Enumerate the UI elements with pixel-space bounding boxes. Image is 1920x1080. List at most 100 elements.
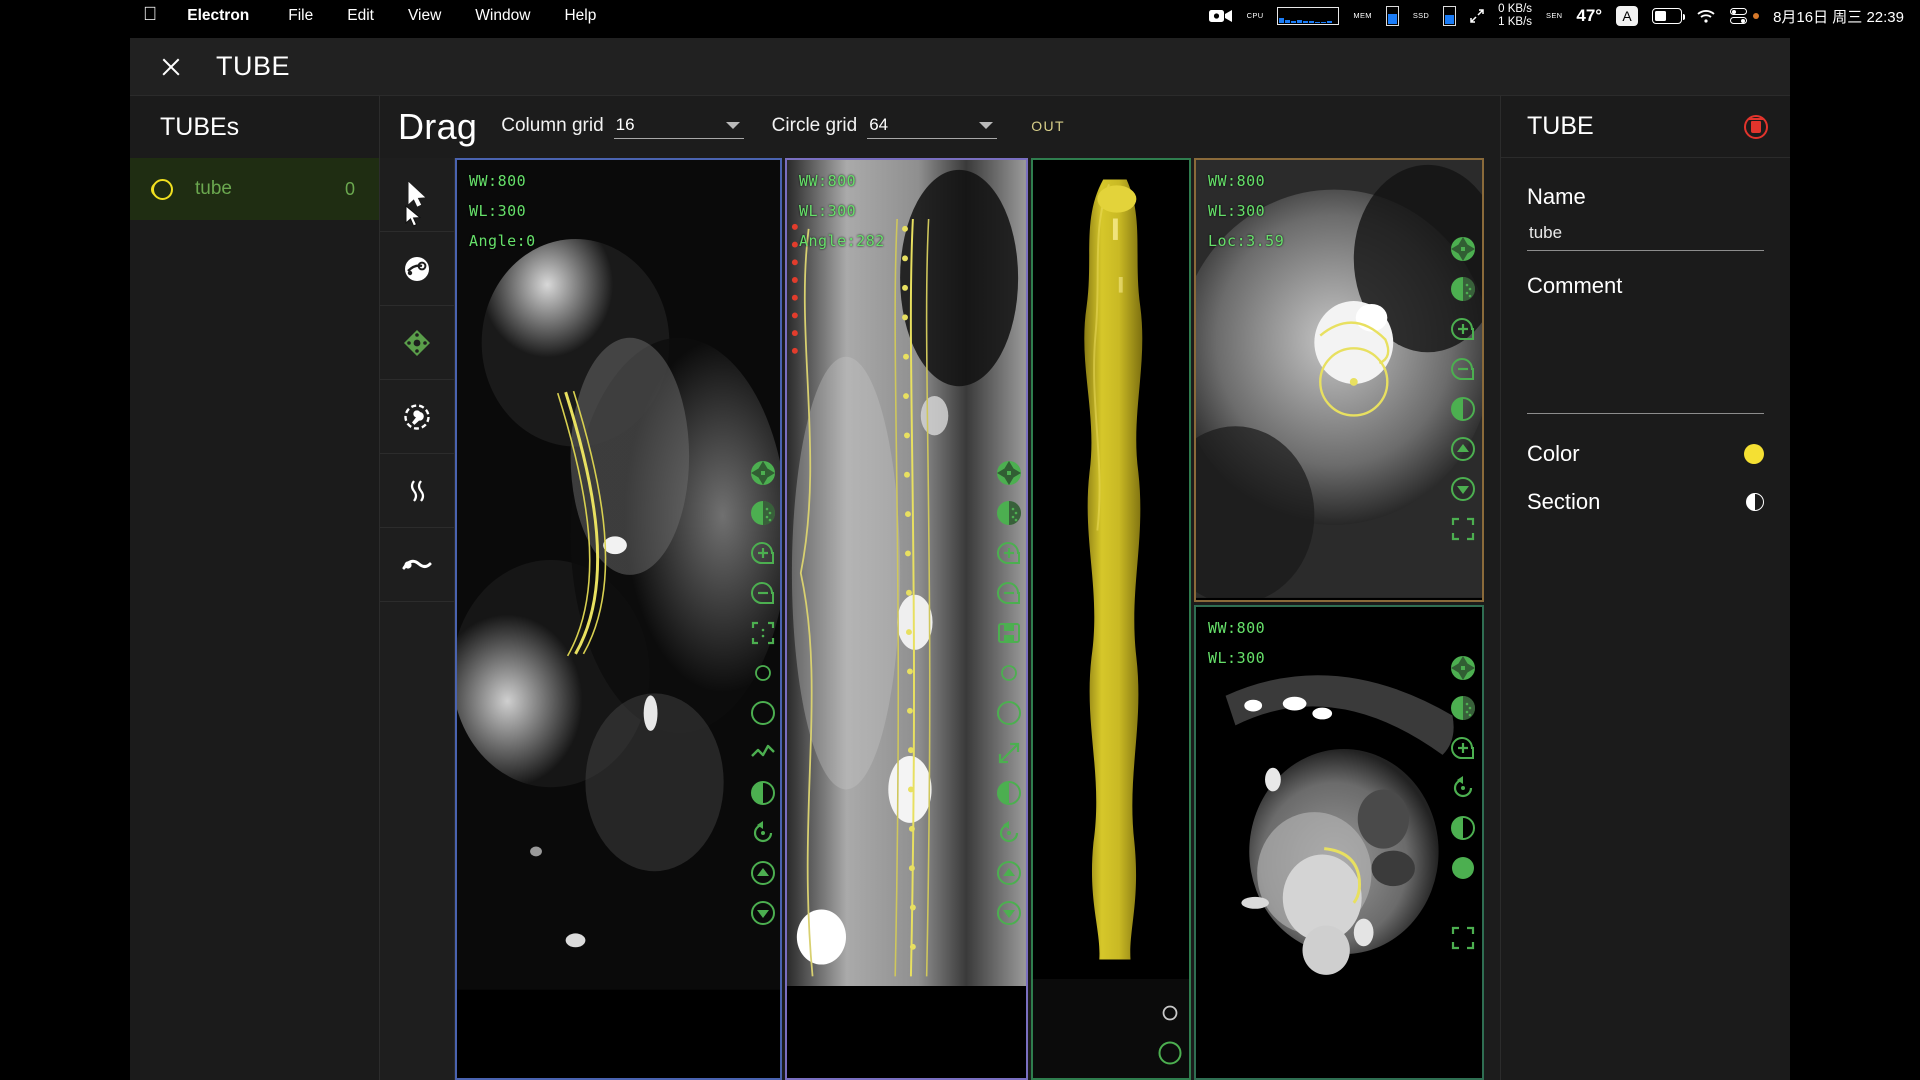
half-contrast-icon[interactable]: [1450, 815, 1476, 841]
trash-icon[interactable]: [1744, 114, 1768, 139]
line-chart-icon[interactable]: [750, 740, 776, 766]
tube-ring-icon: [151, 178, 173, 200]
contrast-dither-icon[interactable]: [1450, 276, 1476, 302]
menu-item-help[interactable]: Help: [547, 7, 613, 25]
name-field[interactable]: [1527, 220, 1764, 251]
vp2-ww: WW:800: [799, 172, 857, 190]
vp1-ww: WW:800: [469, 172, 527, 190]
contrast-dither-icon[interactable]: [1450, 695, 1476, 721]
section-row: Section: [1527, 489, 1764, 515]
page-title: TUBE: [216, 51, 291, 81]
out-badge[interactable]: OUT: [1031, 118, 1065, 136]
wrench-tool[interactable]: [380, 380, 454, 454]
crop-icon[interactable]: [750, 620, 776, 646]
color-swatch[interactable]: [1744, 444, 1764, 464]
viewport-axial[interactable]: WW:800 WL:300: [1194, 605, 1484, 1080]
zoom-out-icon[interactable]: [750, 580, 776, 606]
viewport-mpr-sagittal[interactable]: WW:800 WL:300 Angle:0: [455, 158, 782, 1080]
zoom-out-icon[interactable]: [996, 580, 1022, 606]
screen-record-icon[interactable]: [1208, 8, 1233, 24]
macos-menubar:  Electron File Edit View Window Help CP…: [0, 0, 1920, 32]
tube-inspector-panel: TUBE Name Comment Color Section: [1500, 96, 1790, 1080]
zoom-out-icon[interactable]: [1450, 356, 1476, 382]
section-toggle-icon[interactable]: [1746, 493, 1764, 511]
scroll-up-icon[interactable]: [750, 860, 776, 886]
viewport-cross-section[interactable]: WW:800 WL:300 Loc:3.59: [1194, 158, 1484, 602]
apple-menu-icon[interactable]: : [143, 5, 157, 24]
scroll-down-icon[interactable]: [750, 900, 776, 926]
circle-grid-value: 64: [869, 115, 889, 134]
half-contrast-icon[interactable]: [750, 780, 776, 806]
scroll-down-icon[interactable]: [1450, 476, 1476, 502]
zoom-in-icon[interactable]: [996, 540, 1022, 566]
menu-item-electron[interactable]: Electron: [187, 7, 271, 25]
wrench-settings-icon: [404, 403, 430, 430]
menu-item-file[interactable]: File: [271, 7, 330, 25]
menu-item-window[interactable]: Window: [458, 7, 547, 25]
curve-tool[interactable]: [380, 528, 454, 602]
vp4-ww: WW:800: [1208, 172, 1266, 190]
small-circle-icon[interactable]: [996, 660, 1022, 686]
fit-screen-icon[interactable]: [1450, 516, 1476, 542]
ssd-meter-icon[interactable]: [1443, 6, 1457, 26]
menu-item-edit[interactable]: Edit: [330, 7, 391, 25]
aperture-icon[interactable]: [1450, 655, 1476, 681]
control-center-icon[interactable]: [1730, 8, 1748, 24]
vp2-angle: Angle:282: [799, 232, 885, 250]
viewport-3d-volume[interactable]: [1031, 158, 1191, 1080]
fit-screen-icon[interactable]: [1450, 925, 1476, 951]
tool-rail: [380, 158, 455, 1080]
small-circle-icon[interactable]: [750, 660, 776, 686]
large-circle-icon[interactable]: [1157, 1040, 1183, 1066]
aperture-icon[interactable]: [996, 460, 1022, 486]
aperture-icon[interactable]: [750, 460, 776, 486]
large-circle-icon[interactable]: [996, 700, 1022, 726]
wifi-icon[interactable]: [1696, 8, 1716, 24]
aperture-icon[interactable]: [1450, 236, 1476, 262]
network-arrows-icon[interactable]: [1470, 8, 1484, 24]
tubes-sidebar: TUBEs tube 0: [130, 96, 380, 1080]
zoom-in-icon[interactable]: [1450, 316, 1476, 342]
reset-rotate-icon[interactable]: [750, 820, 776, 846]
comment-field[interactable]: [1527, 309, 1764, 414]
menu-item-view[interactable]: View: [391, 7, 458, 25]
column-grid-select[interactable]: 16: [613, 115, 744, 139]
cross-section-image: [1196, 160, 1482, 598]
scroll-up-icon[interactable]: [1450, 436, 1476, 462]
memory-meter-icon[interactable]: [1385, 6, 1399, 26]
half-contrast-icon[interactable]: [996, 780, 1022, 806]
expand-arrows-icon[interactable]: [996, 740, 1022, 766]
wave-tool[interactable]: [380, 454, 454, 528]
sidebar-item-tube[interactable]: tube 0: [130, 158, 379, 220]
circle-grid-select[interactable]: 64: [867, 115, 998, 139]
save-icon[interactable]: [996, 620, 1022, 646]
filled-circle-icon[interactable]: [1450, 855, 1476, 881]
reset-rotate-icon[interactable]: [1450, 775, 1476, 801]
small-circle-icon[interactable]: [1157, 1000, 1183, 1026]
chevron-down-icon: [979, 121, 994, 129]
spray-icon: [405, 256, 429, 281]
recording-indicator-dot: [1753, 13, 1760, 19]
inspector-title: TUBE: [1527, 112, 1594, 140]
half-contrast-icon[interactable]: [1450, 396, 1476, 422]
contrast-dither-icon[interactable]: [750, 500, 776, 526]
inspector-header: TUBE: [1501, 96, 1790, 158]
viewport-grid: WW:800 WL:300 Angle:0 WW:800 WL:300 Angl…: [455, 158, 1500, 1080]
cpu-graph-icon[interactable]: [1277, 7, 1340, 25]
contrast-dither-icon[interactable]: [996, 500, 1022, 526]
battery-icon[interactable]: [1652, 8, 1686, 24]
input-source-indicator[interactable]: A: [1616, 6, 1639, 26]
zoom-in-icon[interactable]: [1450, 735, 1476, 761]
cursor-icon: [408, 181, 426, 207]
close-icon[interactable]: [160, 56, 182, 78]
menubar-clock[interactable]: 8月16日 周三 22:39: [1773, 6, 1904, 27]
vp2-wl: WL:300: [799, 202, 857, 220]
zoom-in-icon[interactable]: [750, 540, 776, 566]
scroll-down-icon[interactable]: [996, 900, 1022, 926]
reset-rotate-icon[interactable]: [996, 820, 1022, 846]
spray-tool[interactable]: [380, 232, 454, 306]
scroll-up-icon[interactable]: [996, 860, 1022, 886]
viewport-cpr-straight[interactable]: WW:800 WL:300 Angle:282: [785, 158, 1028, 1080]
move-tool[interactable]: [380, 306, 454, 380]
large-circle-icon[interactable]: [750, 700, 776, 726]
